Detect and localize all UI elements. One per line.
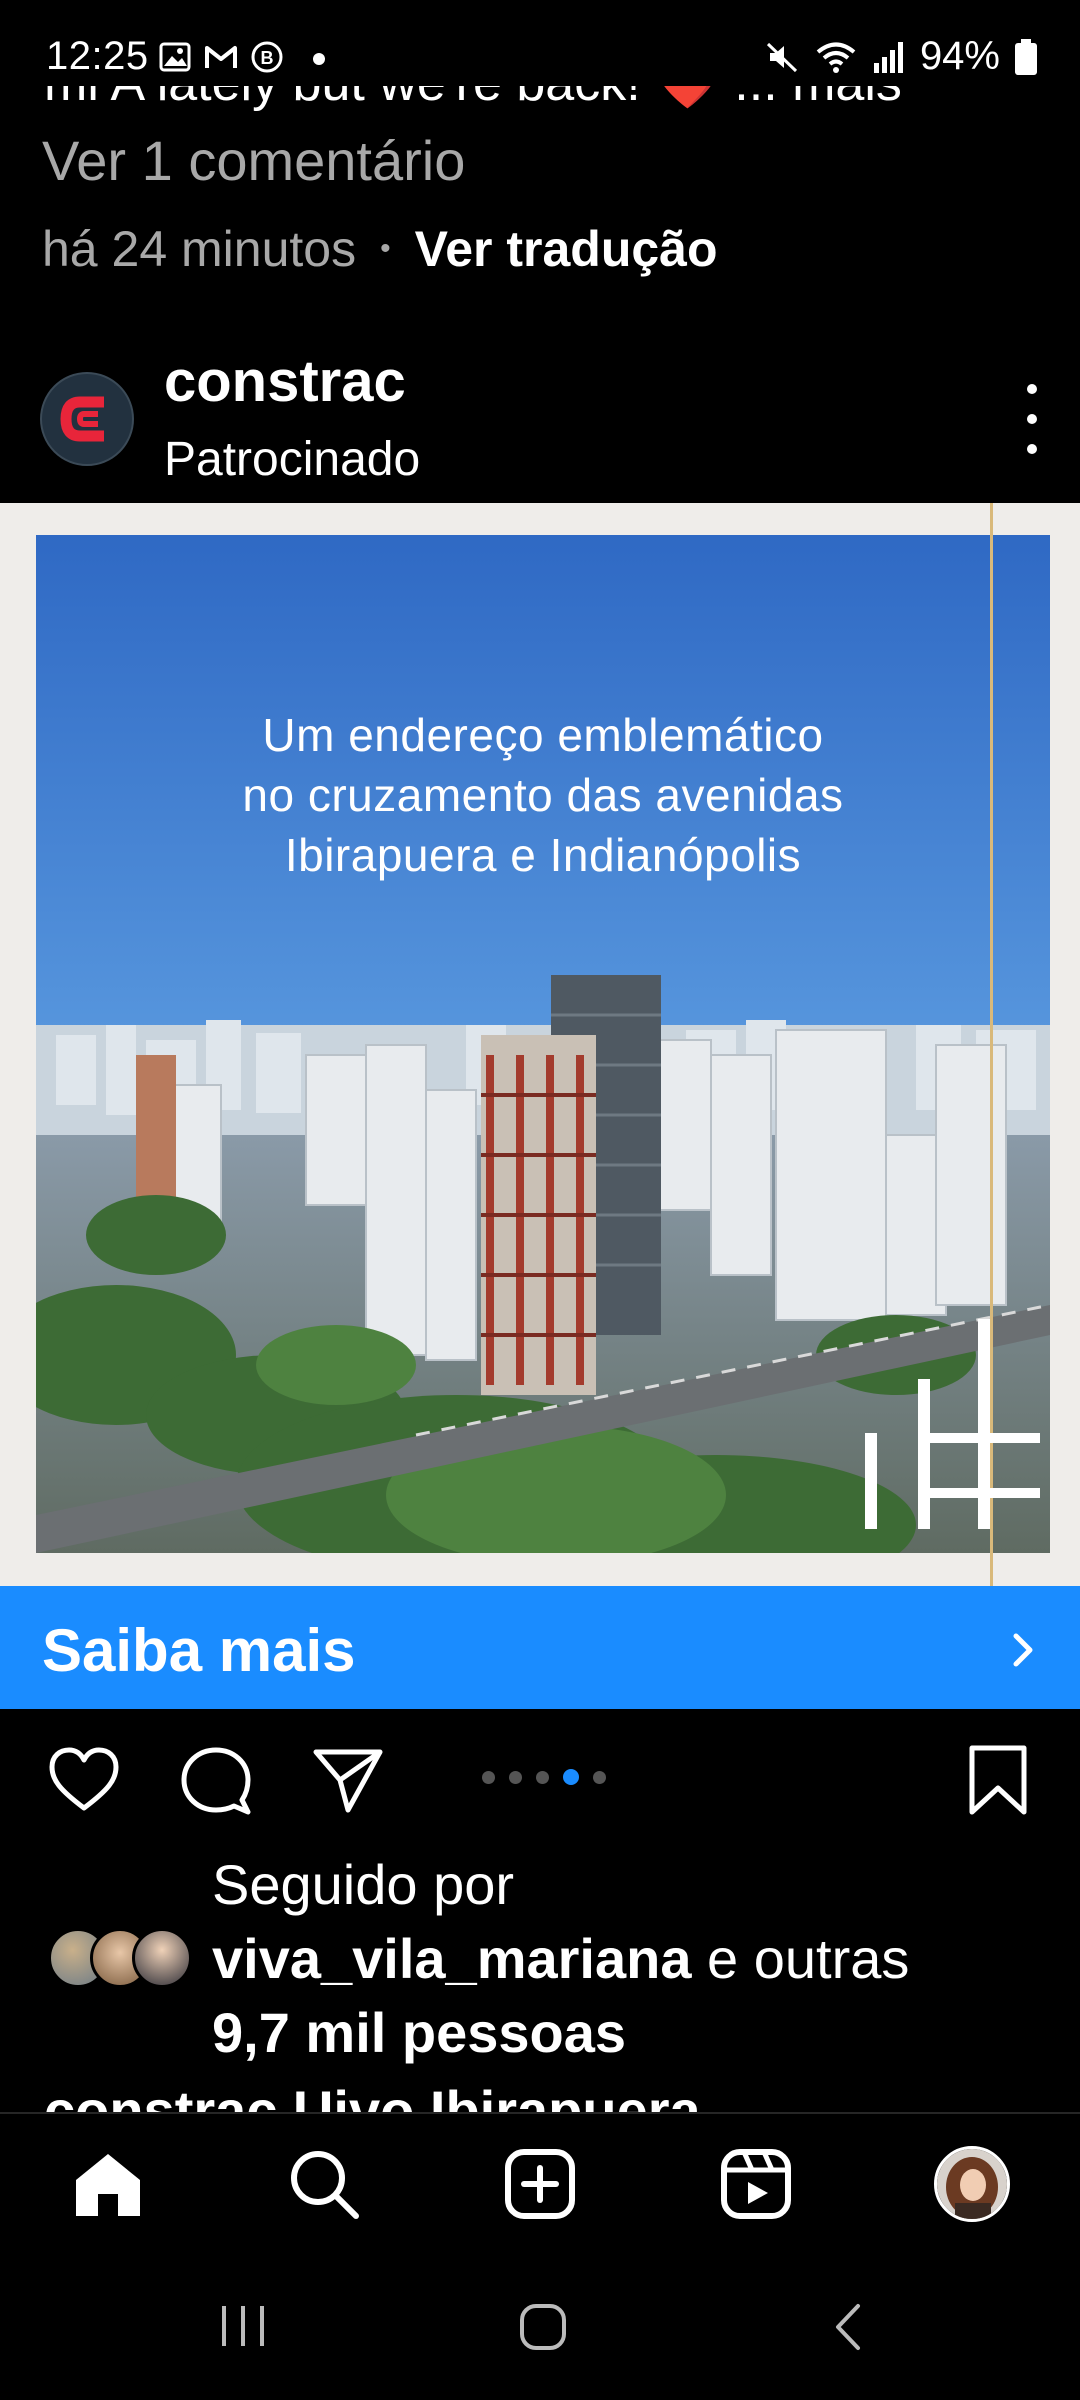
ad-headline: Um endereço emblemático no cruzamento da… bbox=[36, 705, 1050, 885]
battery-icon bbox=[1015, 38, 1037, 75]
home-icon[interactable] bbox=[70, 2146, 146, 2222]
wifi-icon bbox=[816, 42, 856, 73]
headline-line: Ibirapuera e Indianópolis bbox=[284, 829, 802, 881]
save-bookmark-icon[interactable] bbox=[960, 1742, 1036, 1818]
carousel-dot bbox=[482, 1770, 495, 1784]
svg-text:B: B bbox=[261, 48, 274, 68]
b-icon: B bbox=[251, 41, 283, 73]
follower-avatar bbox=[132, 1928, 192, 1988]
view-comments-link[interactable]: Ver 1 comentário bbox=[42, 128, 465, 193]
follower-facepile[interactable] bbox=[48, 1928, 192, 1988]
headline-line: no cruzamento das avenidas bbox=[242, 769, 844, 821]
status-right: 94% bbox=[764, 34, 1038, 79]
more-dot bbox=[1027, 414, 1037, 424]
sponsored-label: Patrocinado bbox=[164, 433, 421, 486]
cta-label[interactable]: Saiba mais bbox=[42, 1616, 356, 1685]
more-dot bbox=[1027, 384, 1037, 394]
status-time: 12:25 bbox=[46, 34, 149, 78]
post-caption-fragment[interactable]: constrac Uivo Ibirapuera bbox=[44, 2078, 701, 2112]
followed-by-suffix: e outras bbox=[691, 1927, 910, 1990]
followed-by-prefix: Seguido por bbox=[212, 1853, 515, 1916]
post-username[interactable]: constrac bbox=[164, 348, 406, 415]
gallery-icon bbox=[159, 42, 191, 72]
followed-by-user[interactable]: viva_vila_mariana bbox=[212, 1927, 691, 1990]
headline-line: Um endereço emblemático bbox=[262, 709, 824, 761]
gmail-icon bbox=[205, 46, 237, 68]
post-timestamp: há 24 minutos bbox=[42, 221, 357, 277]
dot-icon bbox=[313, 53, 325, 65]
profile-avatar[interactable] bbox=[934, 2146, 1010, 2222]
share-send-icon[interactable] bbox=[310, 1742, 386, 1818]
status-bar: 12:25 B 94% bbox=[0, 0, 1080, 86]
recents-icon[interactable] bbox=[216, 2302, 270, 2350]
city-illustration bbox=[36, 535, 1050, 1553]
carousel-indicator bbox=[482, 1769, 606, 1785]
brand-avatar[interactable] bbox=[40, 372, 134, 466]
carousel-dot bbox=[509, 1770, 522, 1784]
create-icon[interactable] bbox=[502, 2146, 578, 2222]
signal-icon bbox=[873, 41, 903, 73]
profile-photo bbox=[937, 2149, 1007, 2219]
more-dot bbox=[1027, 444, 1037, 454]
followed-by-count-line: 9,7 mil pessoas bbox=[212, 1996, 909, 2070]
home-circle-icon[interactable] bbox=[518, 2302, 568, 2352]
constrac-logo-icon bbox=[60, 396, 104, 442]
post-meta-row: há 24 minutos • Ver tradução bbox=[42, 220, 718, 278]
gold-accent-line bbox=[990, 503, 993, 1586]
battery-percent: 94% bbox=[919, 34, 1000, 78]
mute-icon bbox=[766, 42, 797, 72]
carousel-dot bbox=[593, 1770, 606, 1784]
carousel-dot bbox=[536, 1770, 549, 1784]
reels-icon[interactable] bbox=[718, 2146, 794, 2222]
more-options-button[interactable] bbox=[1012, 384, 1052, 454]
see-translation-link[interactable]: Ver tradução bbox=[415, 220, 718, 278]
chevron-right-icon[interactable] bbox=[1000, 1628, 1044, 1672]
carousel-dot bbox=[563, 1769, 579, 1785]
followed-by-line: viva_vila_mariana e outras bbox=[212, 1922, 909, 1996]
comment-icon[interactable] bbox=[178, 1742, 254, 1818]
like-heart-icon[interactable] bbox=[46, 1742, 122, 1818]
meta-separator: • bbox=[380, 232, 391, 265]
city-aerial-photo: Um endereço emblemático no cruzamento da… bbox=[36, 535, 1050, 1553]
ad-creative[interactable]: Um endereço emblemático no cruzamento da… bbox=[0, 503, 1080, 1586]
followed-by-text[interactable]: Seguido por viva_vila_mariana e outras 9… bbox=[212, 1848, 909, 2070]
followed-by-count[interactable]: 9,7 mil pessoas bbox=[212, 2001, 626, 2064]
back-icon[interactable] bbox=[828, 2300, 868, 2354]
search-icon[interactable] bbox=[286, 2146, 362, 2222]
